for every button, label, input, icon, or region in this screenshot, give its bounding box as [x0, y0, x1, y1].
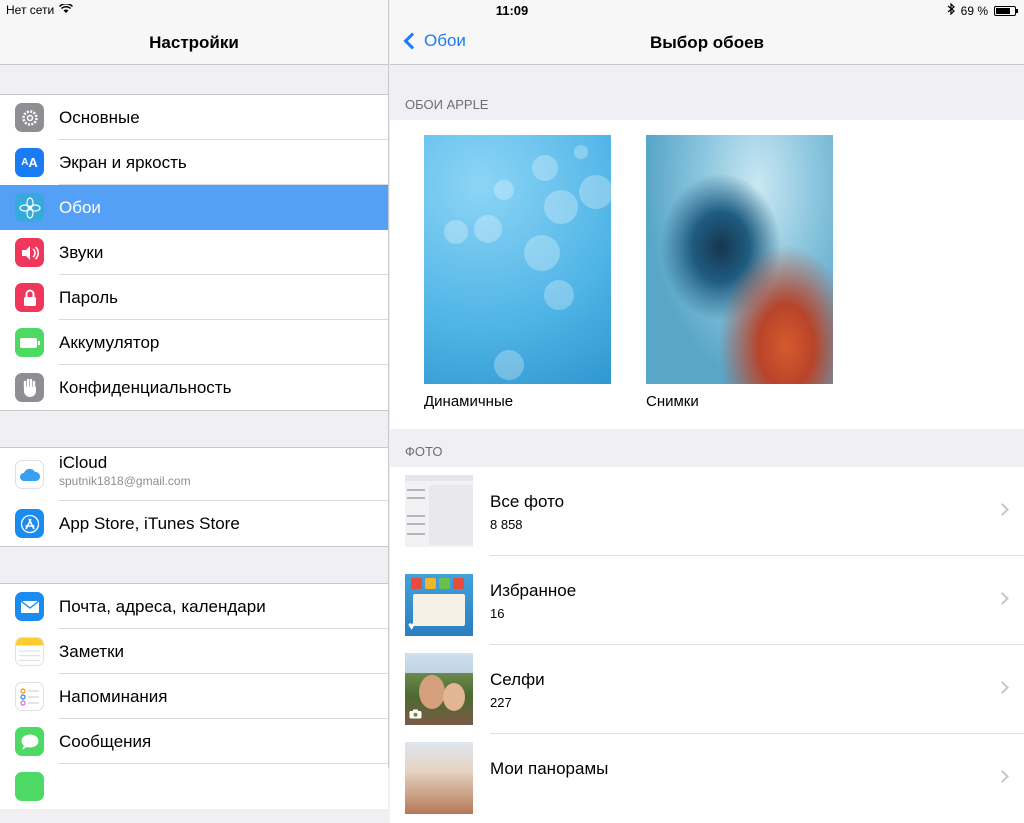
cloud-icon	[15, 460, 44, 489]
settings-row-label: Пароль	[59, 287, 118, 307]
settings-group-accounts: iCloud sputnik1818@gmail.com App Store, …	[0, 447, 388, 547]
settings-row-label: App Store, iTunes Store	[59, 513, 240, 533]
chevron-right-icon	[996, 770, 1009, 783]
settings-row-label: Почта, адреса, календари	[59, 596, 266, 616]
mail-icon	[15, 592, 44, 621]
messages-icon	[15, 727, 44, 756]
icloud-label: iCloud	[59, 453, 108, 472]
reminders-icon	[15, 682, 44, 711]
notes-icon	[15, 637, 44, 666]
wallpaper-stills-label: Снимки	[646, 393, 699, 410]
settings-row-wallpaper[interactable]: Обои	[0, 185, 388, 230]
settings-row-privacy[interactable]: Конфиденциальность	[0, 365, 388, 410]
camera-icon	[409, 709, 422, 722]
settings-row-label: Заметки	[59, 641, 125, 661]
wallpaper-pane: Обои Выбор обоев ОБОИ APPLE Динамичные С…	[390, 0, 1024, 823]
settings-row-label: Экран и яркость	[59, 152, 187, 172]
lock-icon	[15, 283, 44, 312]
heart-icon: ♥	[408, 619, 416, 633]
page-title: Выбор обоев	[650, 33, 764, 52]
album-count: 16	[490, 606, 505, 621]
battery-icon	[994, 5, 1018, 16]
wallpaper-dynamic-label: Динамичные	[424, 393, 514, 410]
settings-sidebar: Настройки Основные AA Экран и яркость Об…	[0, 0, 389, 809]
album-selfies[interactable]: Селфи 227	[390, 645, 1024, 734]
apple-wallpapers: Динамичные Снимки	[390, 120, 1024, 429]
settings-row-messages[interactable]: Сообщения	[0, 719, 388, 764]
settings-row-label: Основные	[59, 107, 140, 127]
settings-row-battery[interactable]: Аккумулятор	[0, 320, 388, 365]
settings-group-general: Основные AA Экран и яркость Обои Звуки П…	[0, 94, 388, 411]
settings-row-notes[interactable]: Заметки	[0, 629, 388, 674]
battery-icon	[15, 328, 44, 357]
settings-title: Настройки	[149, 33, 239, 52]
section-header-photos: ФОТО	[405, 444, 443, 459]
album-panoramas[interactable]: Мои панорамы	[390, 734, 1024, 823]
settings-row-facetime[interactable]	[0, 764, 388, 809]
album-name: Избранное	[490, 581, 577, 600]
flower-icon	[15, 193, 44, 222]
album-count: 227	[490, 695, 512, 710]
wallpaper-dynamic-thumb[interactable]	[424, 135, 611, 384]
settings-row-label: Сообщения	[59, 731, 152, 751]
album-name: Мои панорамы	[490, 759, 609, 778]
status-bar: Нет сети 11:09 69 %	[0, 0, 1024, 20]
album-thumbnail	[405, 475, 473, 547]
clock: 11:09	[495, 3, 529, 18]
settings-row-icloud[interactable]: iCloud sputnik1818@gmail.com	[0, 448, 388, 501]
settings-row-label: Аккумулятор	[59, 332, 160, 352]
photo-albums: Все фото 8 858 ♥ Избранное 16 Селфи 227 …	[390, 467, 1024, 823]
settings-row-mail[interactable]: Почта, адреса, календари	[0, 584, 388, 629]
facetime-icon	[15, 772, 44, 801]
settings-row-label: Обои	[59, 197, 101, 217]
chevron-right-icon	[996, 503, 1009, 516]
album-thumbnail	[405, 653, 473, 725]
settings-row-display[interactable]: AA Экран и яркость	[0, 140, 388, 185]
bluetooth-icon	[947, 2, 955, 18]
section-header-apple: ОБОИ APPLE	[405, 97, 489, 112]
settings-row-label: Напоминания	[59, 686, 168, 706]
album-thumbnail: ♥	[405, 564, 473, 636]
wallpaper-stills-thumb[interactable]	[646, 135, 833, 384]
hand-icon	[15, 373, 44, 402]
appstore-icon	[15, 509, 44, 538]
album-favorites[interactable]: ♥ Избранное 16	[390, 556, 1024, 645]
settings-row-label: Звуки	[59, 242, 104, 262]
settings-row-general[interactable]: Основные	[0, 95, 388, 140]
settings-row-passcode[interactable]: Пароль	[0, 275, 388, 320]
chevron-right-icon	[996, 681, 1009, 694]
album-name: Все фото	[490, 492, 565, 511]
speaker-icon	[15, 238, 44, 267]
album-count: 8 858	[490, 517, 523, 532]
settings-row-label: Конфиденциальность	[59, 377, 232, 397]
chevron-right-icon	[996, 592, 1009, 605]
settings-group-apps: Почта, адреса, календари Заметки Напомин…	[0, 583, 388, 809]
gear-icon	[15, 103, 44, 132]
settings-row-sounds[interactable]: Звуки	[0, 230, 388, 275]
album-name: Селфи	[490, 670, 545, 689]
battery-percent: 69 %	[960, 3, 988, 18]
settings-row-appstore[interactable]: App Store, iTunes Store	[0, 501, 388, 546]
icloud-email: sputnik1818@gmail.com	[59, 474, 191, 488]
album-thumbnail	[405, 742, 473, 814]
settings-row-reminders[interactable]: Напоминания	[0, 674, 388, 719]
album-all-photos[interactable]: Все фото 8 858	[390, 467, 1024, 556]
text-size-icon: AA	[15, 148, 44, 177]
